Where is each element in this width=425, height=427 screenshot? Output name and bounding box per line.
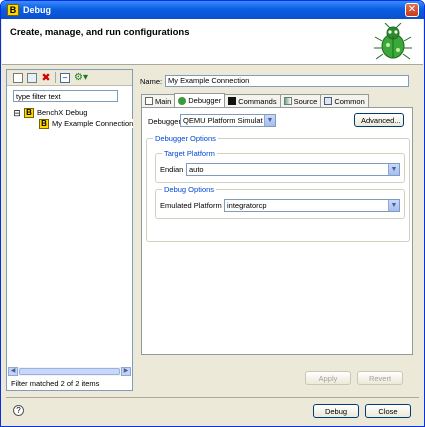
- debug-options-group: Debug Options Emulated Platform integrat…: [155, 185, 405, 219]
- commands-icon: [228, 97, 237, 105]
- tab-debugger[interactable]: Debugger: [174, 93, 226, 107]
- tab-commands[interactable]: Commands: [224, 94, 281, 107]
- endian-select[interactable]: auto ▼: [186, 163, 400, 176]
- chevron-down-icon[interactable]: ▼: [388, 200, 399, 211]
- filter-icon[interactable]: ⚙▾: [74, 72, 88, 83]
- tab-label: Common: [334, 96, 365, 106]
- revert-button[interactable]: Revert: [357, 371, 403, 385]
- configurations-pane: ✖ – ⚙▾ ⊟ B BenchX Debug B My Example Con…: [6, 69, 134, 391]
- debugger-icon: [178, 96, 187, 105]
- debug-dialog: B Debug ✕ Create, manage, and run config…: [0, 0, 425, 427]
- tab-bar: Main Debugger Commands Source Common: [141, 93, 369, 107]
- tab-main[interactable]: Main: [141, 94, 176, 107]
- common-icon: [324, 97, 333, 105]
- tab-common[interactable]: Common: [320, 94, 369, 107]
- debugger-select[interactable]: QEMU Platform Simulat ▼: [180, 114, 276, 127]
- debugger-options-group: Debugger Options Target Platform Endian …: [146, 134, 410, 242]
- group-title: Debugger Options: [153, 134, 218, 143]
- tab-source[interactable]: Source: [279, 94, 322, 107]
- debugger-tab-panel: Debugger: QEMU Platform Simulat ▼ Advanc…: [141, 107, 413, 355]
- debug-button[interactable]: Debug: [313, 404, 359, 418]
- source-icon: [283, 97, 292, 105]
- title-bar[interactable]: B Debug ✕: [1, 1, 424, 19]
- collapse-icon[interactable]: ⊟: [13, 108, 21, 117]
- close-window-button[interactable]: ✕: [405, 3, 419, 17]
- main-icon: [145, 97, 153, 105]
- new-configuration-icon[interactable]: [13, 72, 23, 83]
- configuration-tree: ⊟ B BenchX Debug B My Example Connection: [13, 107, 134, 129]
- tab-label: Debugger: [188, 96, 222, 105]
- close-button[interactable]: Close: [365, 404, 411, 418]
- scroll-right-icon[interactable]: ▶: [121, 367, 131, 376]
- advanced-button[interactable]: Advanced...: [354, 113, 404, 127]
- target-platform-group: Target Platform Endian auto ▼: [155, 149, 405, 183]
- tree-item-label: BenchX Debug: [37, 108, 88, 117]
- emulated-platform-label: Emulated Platform: [160, 201, 222, 210]
- tab-label: Source: [293, 96, 318, 106]
- duplicate-icon[interactable]: [27, 72, 37, 83]
- scroll-left-icon[interactable]: ◀: [8, 367, 18, 376]
- help-icon[interactable]: ?: [13, 405, 24, 416]
- filter-input[interactable]: [13, 90, 118, 102]
- tree-item-label: My Example Connection: [52, 119, 134, 128]
- group-title: Target Platform: [162, 149, 217, 158]
- name-label: Name:: [140, 77, 163, 86]
- debugger-label: Debugger:: [148, 117, 184, 126]
- tab-label: Commands: [238, 96, 277, 106]
- debugger-select-value: QEMU Platform Simulat: [183, 116, 263, 125]
- horizontal-scrollbar[interactable]: ◀ ▶: [8, 367, 131, 376]
- benchx-icon: B: [39, 118, 49, 129]
- benchx-icon: B: [24, 107, 34, 118]
- bug-icon: [374, 23, 412, 60]
- emulated-platform-select-value: integratorcp: [227, 201, 267, 210]
- apply-button[interactable]: Apply: [305, 371, 351, 385]
- endian-label: Endian: [160, 165, 184, 174]
- tree-item-my-example-connection[interactable]: B My Example Connection: [13, 118, 134, 129]
- tree-item-benchx-debug[interactable]: ⊟ B BenchX Debug: [13, 107, 133, 118]
- window-title: Debug: [23, 5, 51, 15]
- configurations-toolbar: ✖ – ⚙▾: [7, 70, 132, 86]
- collapse-all-icon[interactable]: –: [60, 72, 70, 83]
- filter-status: Filter matched 2 of 2 items: [11, 379, 100, 388]
- header-banner: Create, manage, and run configurations: [2, 19, 423, 65]
- chevron-down-icon[interactable]: ▼: [264, 115, 275, 126]
- group-title: Debug Options: [162, 185, 217, 194]
- name-input[interactable]: My Example Connection: [165, 75, 409, 87]
- toolbar-separator: [55, 72, 56, 83]
- configuration-editor: Name: My Example Connection Main Debugge…: [135, 69, 419, 391]
- chevron-down-icon[interactable]: ▼: [388, 164, 399, 175]
- endian-select-value: auto: [189, 165, 204, 174]
- scroll-thumb[interactable]: [19, 368, 120, 375]
- tab-label: Main: [155, 96, 172, 106]
- app-icon: B: [7, 4, 19, 16]
- footer-divider: [6, 397, 419, 398]
- banner-title: Create, manage, and run configurations: [10, 27, 190, 38]
- emulated-platform-select[interactable]: integratorcp ▼: [224, 199, 400, 212]
- delete-icon[interactable]: ✖: [41, 72, 51, 83]
